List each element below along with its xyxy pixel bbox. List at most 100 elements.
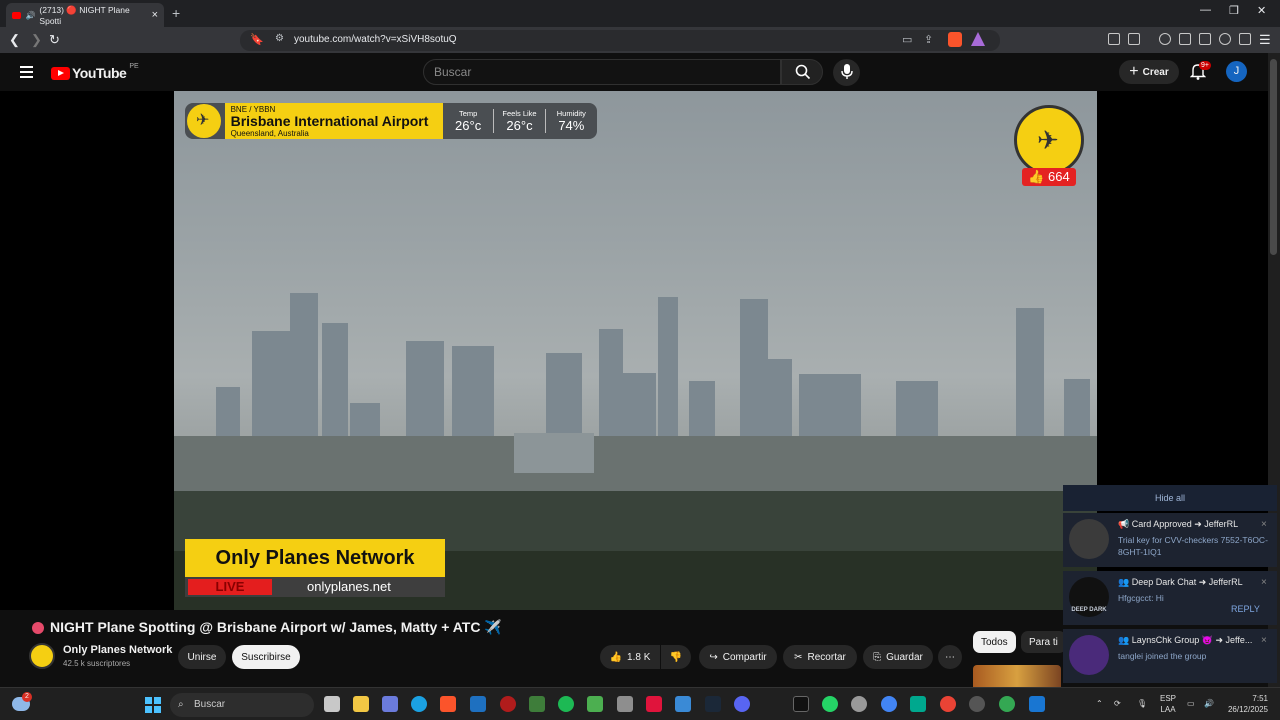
search-input[interactable] [434,65,764,79]
windows-start-icon[interactable] [145,697,161,713]
chrome-profile-icon[interactable] [940,696,956,712]
new-tab-button[interactable]: + [172,5,180,21]
close-window-button[interactable]: ✕ [1257,4,1266,17]
voice-search-button[interactable] [833,59,860,86]
forward-button[interactable]: ❯ [31,32,42,48]
mic-tray-icon[interactable]: 🎙 [1137,698,1147,709]
tiktok-icon[interactable] [793,696,809,712]
reload-button[interactable]: ↻ [49,32,60,48]
video-frame[interactable]: BNE / YBBN Brisbane International Airpor… [174,91,1097,610]
mail-icon[interactable] [470,696,486,712]
clock[interactable]: 7:51 26/12/2025 [1222,693,1268,715]
chrome-icon[interactable] [881,696,897,712]
sidebar-icon[interactable] [1179,33,1191,45]
reply-button[interactable]: REPLY [1231,604,1260,614]
taskbar-search[interactable]: ⌕ Buscar [170,693,314,717]
sync-icon[interactable]: ⟳ [1114,698,1121,709]
notification-card[interactable]: DEEP DARK 👥 Deep Dark Chat ➜ JefferRL Hf… [1063,571,1277,625]
browser-tab[interactable]: 🔊 (2713) 🔴 NIGHT Plane Spotti × [6,3,164,27]
thumbs-down-icon: 👎 [669,651,683,663]
join-button[interactable]: Unirse [178,645,226,669]
close-tab-icon[interactable]: × [152,9,158,21]
search-button[interactable] [781,59,823,85]
notification-body: tanglei joined the group [1118,651,1207,661]
clip-button[interactable]: ✂ Recortar [783,645,857,669]
task-view-icon[interactable] [324,696,340,712]
language-indicator[interactable]: ESP LAA [1160,693,1176,715]
chip-for-you[interactable]: Para ti [1021,631,1066,653]
app-red-icon[interactable] [500,696,516,712]
scrollbar-thumb[interactable] [1270,59,1277,255]
calculator-icon[interactable] [617,696,633,712]
channel-name[interactable]: Only Planes Network [63,644,172,656]
close-notification-icon[interactable]: × [1261,635,1267,646]
brave-icon[interactable] [440,696,456,712]
extensions-icon[interactable] [1108,33,1120,45]
photos-icon[interactable] [675,696,691,712]
settings-gear-icon[interactable] [851,696,867,712]
live-dot-icon [32,621,44,634]
volume-icon[interactable]: 🔊 [1204,698,1214,709]
network-icon[interactable]: ▭ [1187,698,1195,709]
whatsapp-icon[interactable] [822,696,838,712]
minimize-button[interactable]: — [1200,4,1211,16]
chip-all[interactable]: Todos [973,631,1016,653]
media-icon[interactable] [1159,33,1171,45]
cast-icon[interactable]: ▭ [902,33,912,46]
search-box[interactable] [423,59,781,85]
url-text[interactable]: youtube.com/watch?v=xSiVH8sotuQ [294,34,457,45]
address-bar[interactable]: 🔖 ⚙ youtube.com/watch?v=xSiVH8sotuQ ▭ ⇪ [240,30,1000,51]
like-button[interactable]: 👍 1.8 K [600,645,660,669]
restore-button[interactable]: ❐ [1229,4,1239,17]
channel-avatar[interactable] [29,643,55,669]
edge-icon[interactable] [411,696,427,712]
account-avatar[interactable]: J [1226,61,1247,82]
youtube-logo[interactable]: YouTube PE [51,63,139,81]
windows-taskbar: 2 ⌕ Buscar ⌃ ⟳ 🎙 ESP LAA ▭ 🔊 7:51 26/12/… [0,687,1280,720]
notification-card[interactable]: 👥 LaynsChk Group 👿 ➜ Jeffe... tanglei jo… [1063,629,1277,683]
copilot-icon[interactable] [382,696,398,712]
menu-icon[interactable]: ☰ [1259,32,1271,48]
chrome-green-icon[interactable] [999,696,1015,712]
share-button[interactable]: ↪ Compartir [699,645,777,669]
wallet-icon[interactable] [1199,33,1211,45]
app-teal-icon[interactable] [910,696,926,712]
spotify-icon[interactable] [558,696,574,712]
notification-card[interactable]: 📢 Card Approved ➜ JefferRL Trial key for… [1063,513,1277,567]
plus-icon: + [1129,63,1139,80]
airport-name: Brisbane International Airport [230,113,429,129]
more-actions-button[interactable]: ⋯ [938,645,962,669]
tray-overflow-icon[interactable]: ⌃ [1096,698,1103,709]
taskbar-search-icon: ⌕ [178,699,184,710]
notes-icon[interactable] [587,696,603,712]
app-green-icon[interactable] [529,696,545,712]
save-button[interactable]: ⎘ Guardar [863,645,933,669]
discord-icon[interactable] [734,696,750,712]
steam-icon[interactable] [705,696,721,712]
subscribe-button[interactable]: Suscribirse [232,645,300,669]
subscriber-count: 42.5 k suscriptores [63,659,131,668]
brave-rewards-icon[interactable] [971,32,985,46]
recommended-video-thumbnail[interactable] [973,665,1061,687]
leo-ai-icon[interactable] [1219,33,1231,45]
hamburger-menu-icon[interactable] [20,66,33,78]
back-button[interactable]: ❮ [9,32,20,48]
screenshot-icon[interactable] [1128,33,1140,45]
brave-shield-icon[interactable] [948,32,962,47]
site-info-icon[interactable]: ⚙ [275,33,284,44]
dislike-button[interactable]: 👎 [661,645,691,669]
hide-all-notifications-button[interactable]: Hide all [1063,485,1277,511]
telegram-icon[interactable] [1029,696,1045,712]
city-skyline [174,293,1097,610]
speaker-icon[interactable]: 🔊 [25,11,35,20]
close-notification-icon[interactable]: × [1261,519,1267,530]
close-notification-icon[interactable]: × [1261,577,1267,588]
bookmark-icon[interactable]: 🔖 [250,33,264,46]
app-bolt-icon[interactable] [646,696,662,712]
create-button[interactable]: + Crear [1119,60,1179,84]
vpn-icon[interactable] [1239,33,1251,45]
app-gray-icon[interactable] [969,696,985,712]
file-explorer-icon[interactable] [353,696,369,712]
share-icon[interactable]: ⇪ [924,33,933,46]
youtube-play-icon [51,66,70,80]
